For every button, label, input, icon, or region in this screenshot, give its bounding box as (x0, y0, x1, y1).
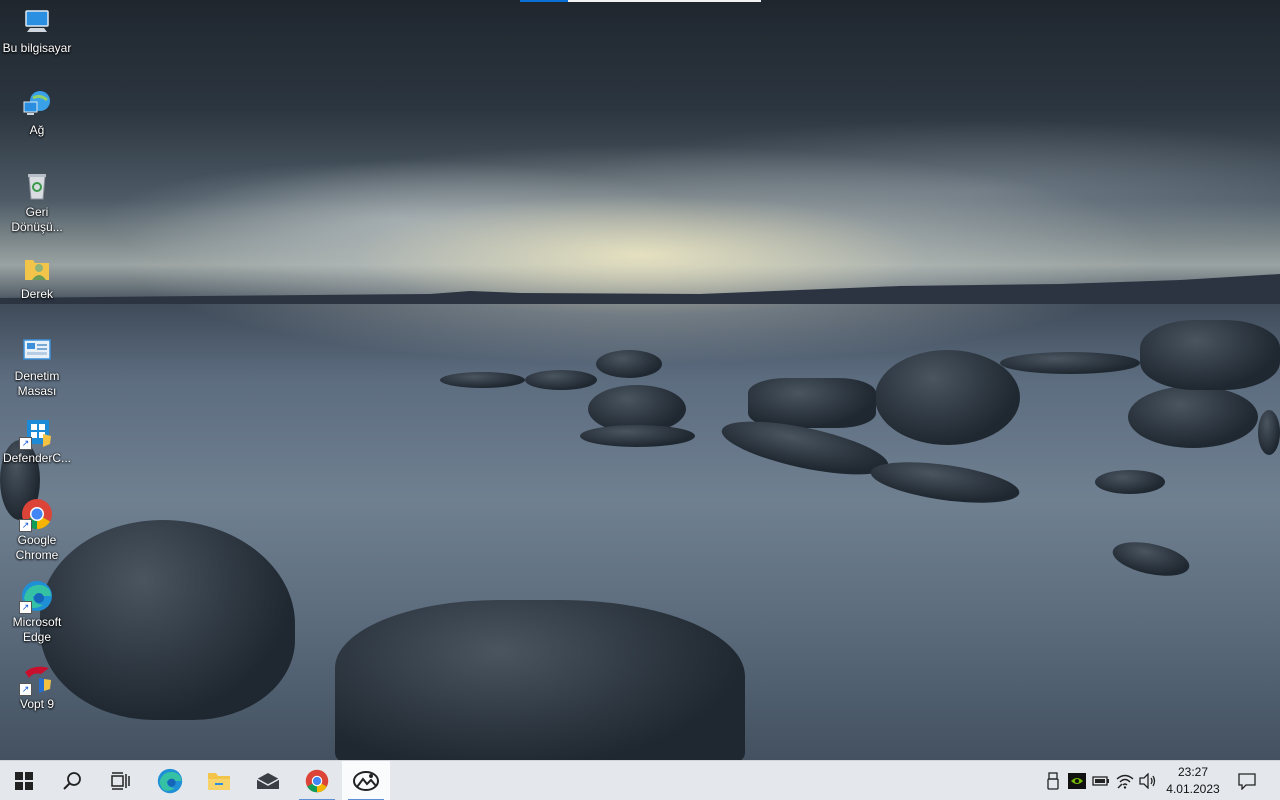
chrome-icon: ↗ (19, 498, 53, 532)
network-icon (21, 88, 53, 120)
user-folder-icon (21, 252, 53, 284)
edge-taskbar-button[interactable] (146, 761, 194, 800)
rock (748, 378, 876, 428)
rock (440, 372, 525, 388)
search-button[interactable] (48, 761, 96, 800)
desktop-icon-this-pc[interactable]: Bu bilgisayar (0, 0, 74, 56)
recycle-bin-icon (21, 170, 53, 202)
wifi-icon[interactable] (1115, 771, 1135, 791)
control-panel-icon (21, 334, 53, 366)
rock (1140, 320, 1280, 390)
mail-button[interactable] (244, 761, 292, 800)
edge-icon (157, 768, 183, 794)
desktop-icon-edge[interactable]: ↗ Microsoft Edge (0, 574, 74, 645)
rock (868, 454, 1022, 511)
desktop-icon-defender-control[interactable]: ↗ DefenderC... (0, 410, 74, 466)
search-icon (63, 772, 81, 790)
desktop-icon-chrome[interactable]: ↗ Google Chrome (0, 492, 74, 563)
rock (580, 425, 695, 447)
rock (1095, 470, 1165, 494)
volume-icon[interactable] (1138, 771, 1158, 791)
task-view-button[interactable] (96, 761, 144, 800)
folder-icon (208, 773, 230, 790)
edge-icon: ↗ (19, 580, 53, 614)
shortcut-arrow-icon: ↗ (19, 601, 32, 614)
notification-icon[interactable] (1237, 771, 1257, 791)
vopt-icon: ↗ (19, 662, 53, 696)
rock (1128, 386, 1258, 448)
task-view-icon (111, 772, 130, 790)
clock-time: 23:27 (1177, 765, 1209, 779)
photos-button[interactable] (342, 761, 390, 800)
top-progress-fill (520, 0, 568, 2)
top-progress-strip (520, 0, 761, 2)
rock (40, 520, 295, 720)
clock-date: 4.01.2023 (1166, 782, 1220, 796)
desktop-icon-network[interactable]: Ağ (0, 82, 74, 138)
rock (1109, 536, 1193, 582)
desktop-wallpaper (0, 0, 1280, 770)
rock (875, 350, 1020, 445)
file-explorer-button[interactable] (195, 761, 243, 800)
rock (1258, 410, 1280, 455)
chrome-icon (305, 769, 329, 793)
rock (525, 370, 597, 390)
rock (335, 600, 745, 770)
nvidia-icon[interactable] (1067, 771, 1087, 791)
battery-icon[interactable] (1091, 771, 1111, 791)
shortcut-arrow-icon: ↗ (19, 519, 32, 532)
usb-icon[interactable] (1043, 771, 1063, 791)
windows-logo-icon (15, 772, 33, 790)
shortcut-arrow-icon: ↗ (19, 437, 32, 450)
desktop-icon-vopt[interactable]: ↗ Vopt 9 (0, 656, 74, 712)
defender-control-icon: ↗ (19, 416, 53, 450)
photos-icon (353, 771, 379, 791)
taskbar: 23:27 4.01.2023 (0, 760, 1280, 800)
shortcut-arrow-icon: ↗ (19, 683, 32, 696)
desktop-icon-control-panel[interactable]: Denetim Masası (0, 328, 74, 399)
rock (596, 350, 662, 378)
this-pc-icon (21, 6, 53, 38)
start-button[interactable] (0, 761, 48, 800)
chrome-taskbar-button[interactable] (293, 761, 341, 800)
desktop-icon-user-folder[interactable]: Derek (0, 246, 74, 302)
desktop-icon-recycle-bin[interactable]: Geri Dönüşü... (0, 164, 74, 235)
mail-icon (256, 773, 280, 789)
rock (1000, 352, 1140, 374)
clock[interactable]: 23:27 4.01.2023 (1162, 764, 1224, 798)
distant-shoreline (0, 274, 1280, 304)
